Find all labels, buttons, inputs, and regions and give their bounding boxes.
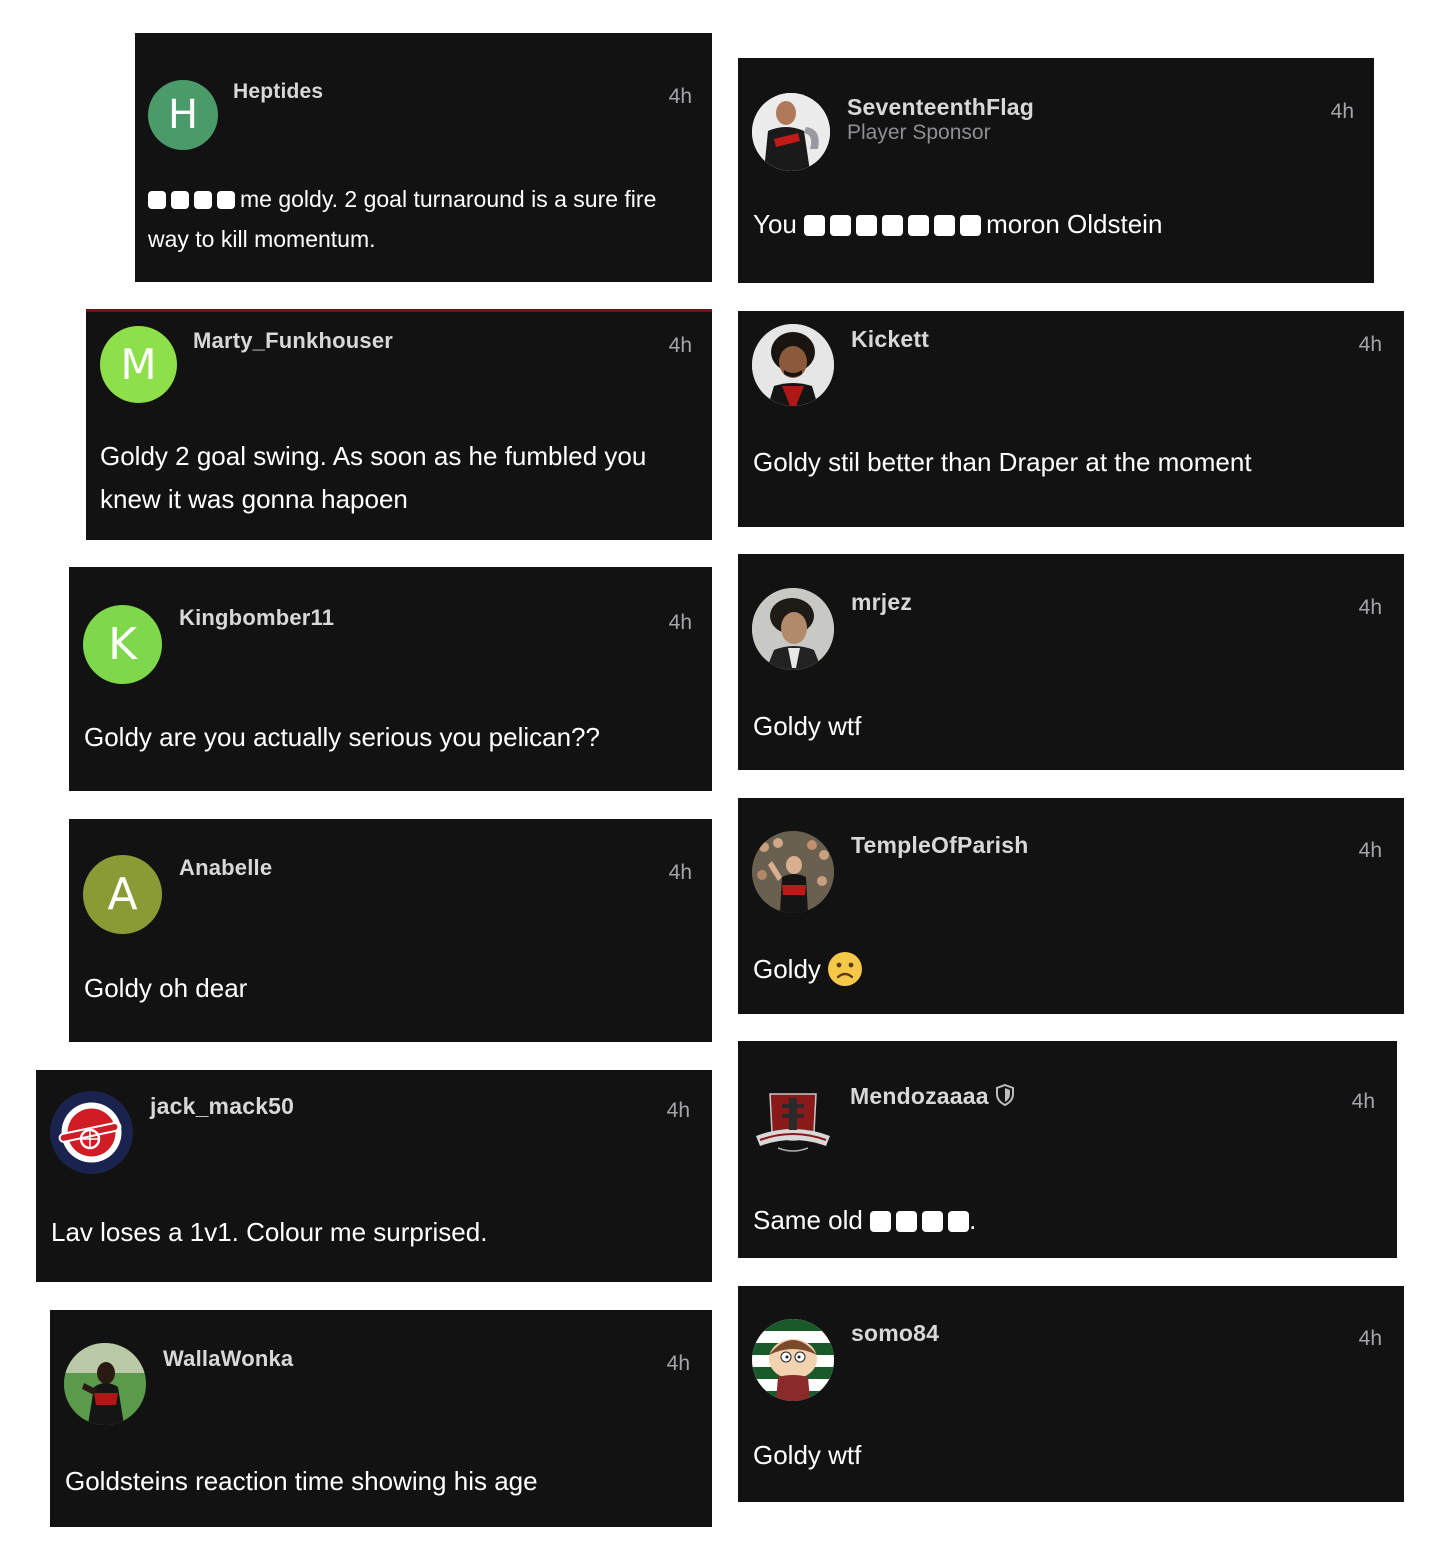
club-crest-avatar[interactable]: [752, 1082, 834, 1164]
cannon-icon: [51, 1092, 132, 1173]
cartoon-character-avatar[interactable]: [752, 1319, 834, 1401]
username[interactable]: Anabelle: [179, 855, 272, 881]
comment-text: Lav loses a 1v1. Colour me surprised.: [51, 1217, 488, 1247]
portrait-photo-avatar[interactable]: [752, 588, 834, 670]
censored-word: [804, 209, 986, 239]
username[interactable]: somo84: [851, 1320, 939, 1347]
comment-card-mendoza: Mendozaaaa 4h Same old .: [738, 1041, 1397, 1258]
player-photo-avatar[interactable]: [64, 1343, 146, 1425]
avatar[interactable]: A: [83, 855, 162, 934]
timestamp: 4h: [668, 861, 692, 884]
timestamp: 4h: [1358, 596, 1382, 619]
timestamp: 4h: [666, 1099, 690, 1122]
timestamp: 4h: [1358, 1327, 1382, 1350]
comment-text: Goldsteins reaction time showing his age: [65, 1466, 538, 1496]
username[interactable]: jack_mack50: [150, 1093, 294, 1120]
timestamp: 4h: [1351, 1090, 1375, 1113]
comment-text: Same old .: [753, 1205, 977, 1235]
comment-text: Goldy wtf: [753, 1440, 862, 1470]
username[interactable]: Marty_Funkhouser: [193, 328, 393, 354]
comment-card-kingbomber: K Kingbomber11 4h Goldy are you actually…: [69, 567, 712, 791]
crowd-photo-icon: [752, 831, 834, 913]
avatar[interactable]: H: [148, 80, 218, 150]
username[interactable]: TempleOfParish: [851, 832, 1028, 859]
frowning-face-emoji: [827, 951, 863, 1000]
comment-card-templeofparish: TempleOfParish 4h Goldy: [738, 798, 1404, 1014]
comment-card-seventeenthflag: SeventeenthFlag Player Sponsor 4h You mo…: [738, 58, 1374, 283]
player-photo-avatar[interactable]: [752, 93, 830, 171]
username[interactable]: SeventeenthFlag: [847, 94, 1034, 121]
comment-text: Goldy oh dear: [84, 973, 248, 1003]
comment-text: me goldy. 2 goal turnaround is a sure fi…: [148, 186, 657, 252]
comment-card-marty: M Marty_Funkhouser 4h Goldy 2 goal swing…: [86, 309, 712, 540]
comment-text: Goldy 2 goal swing. As soon as he fumble…: [100, 441, 647, 514]
avatar[interactable]: M: [100, 326, 177, 403]
comment-card-wallawonka: WallaWonka 4h Goldsteins reaction time s…: [50, 1310, 712, 1527]
comment-text: Goldy: [753, 948, 1393, 1000]
crowd-photo-avatar[interactable]: [752, 831, 834, 913]
username[interactable]: Kickett: [851, 326, 929, 353]
avatar[interactable]: K: [83, 605, 162, 684]
timestamp: 4h: [1358, 333, 1382, 356]
club-crest-icon: [756, 1093, 830, 1152]
comment-text: Goldy stil better than Draper at the mom…: [753, 447, 1252, 477]
player-photo-icon: [64, 1343, 146, 1425]
censored-word: [148, 186, 240, 212]
timestamp: 4h: [668, 85, 692, 108]
timestamp: 4h: [1358, 839, 1382, 862]
comment-text: You moron Oldstein: [753, 209, 1163, 239]
username[interactable]: Mendozaaaa: [850, 1083, 1015, 1112]
username[interactable]: Kingbomber11: [179, 605, 334, 631]
comment-card-jackmack: jack_mack50 4h Lav loses a 1v1. Colour m…: [36, 1070, 712, 1282]
username[interactable]: WallaWonka: [163, 1346, 293, 1372]
timestamp: 4h: [666, 1352, 690, 1375]
timestamp: 4h: [1330, 100, 1354, 123]
username[interactable]: Heptides: [233, 80, 323, 104]
timestamp: 4h: [668, 611, 692, 634]
player-photo-avatar[interactable]: [752, 324, 834, 406]
comment-card-anabelle: A Anabelle 4h Goldy oh dear: [69, 819, 712, 1042]
user-subtitle: Player Sponsor: [847, 121, 991, 144]
player-photo-icon: [752, 324, 834, 406]
comment-card-somo: somo84 4h Goldy wtf: [738, 1286, 1404, 1502]
comment-text: Goldy are you actually serious you pelic…: [84, 722, 600, 752]
comment-card-heptides: H Heptides 4h me goldy. 2 goal turnaroun…: [135, 33, 712, 282]
portrait-photo-icon: [752, 588, 834, 670]
censored-word: [870, 1205, 974, 1235]
username[interactable]: mrjez: [851, 589, 912, 616]
comment-text: Goldy wtf: [753, 711, 862, 741]
comment-card-mrjez: mrjez 4h Goldy wtf: [738, 554, 1404, 770]
player-photo-icon: [752, 93, 830, 171]
shield-icon: [995, 1083, 1015, 1112]
comment-card-kickett: Kickett 4h Goldy stil better than Draper…: [738, 311, 1404, 527]
cannon-roundel-avatar[interactable]: [50, 1091, 133, 1174]
cartoon-character-icon: [752, 1319, 834, 1401]
timestamp: 4h: [668, 334, 692, 357]
